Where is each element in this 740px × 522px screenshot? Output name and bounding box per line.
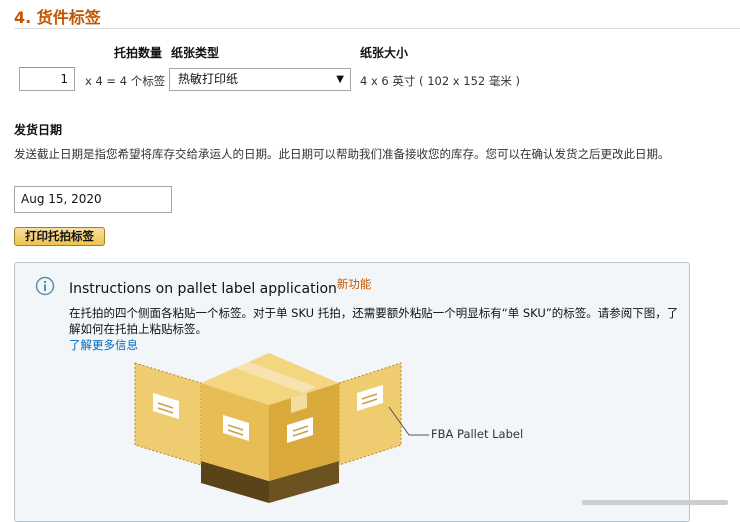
paper-type-selected-value: 热敏打印纸 bbox=[178, 72, 239, 86]
fba-pallet-label-caption: FBA Pallet Label bbox=[431, 427, 524, 441]
pallet-qty-input[interactable]: 1 bbox=[19, 67, 75, 91]
pallet-diagram bbox=[134, 353, 429, 503]
paper-size-value: 4 x 6 英寸 ( 102 x 152 毫米 ) bbox=[360, 74, 521, 88]
ship-date-description: 发送截止日期是指您希望将库存交给承运人的日期。此日期可以帮助我们准备接收您的库存… bbox=[14, 147, 670, 161]
paper-type-header: 纸张类型 bbox=[171, 46, 220, 60]
title-divider bbox=[14, 28, 740, 29]
learn-more-link[interactable]: 了解更多信息 bbox=[69, 337, 138, 353]
info-body: 在托拍的四个侧面各粘贴一个标签。对于单 SKU 托拍，还需要额外粘贴一个明显标有… bbox=[69, 306, 679, 336]
section-title: 4. 货件标签 bbox=[14, 8, 101, 27]
paper-type-select[interactable]: 热敏打印纸 ▼ bbox=[169, 68, 351, 91]
pallet-info-box: Instructions on pallet label application… bbox=[14, 262, 690, 522]
info-title-text: Instructions on pallet label application bbox=[69, 281, 337, 297]
right-flap bbox=[338, 362, 402, 466]
info-icon bbox=[35, 276, 55, 296]
dropdown-arrow-icon: ▼ bbox=[336, 74, 344, 85]
info-title: Instructions on pallet label application… bbox=[69, 277, 371, 297]
paper-size-header: 纸张大小 bbox=[360, 46, 409, 60]
ship-date-input[interactable]: Aug 15, 2020 bbox=[14, 186, 172, 213]
qty-header: 托拍数量 bbox=[114, 46, 163, 60]
ship-date-heading: 发货日期 bbox=[14, 123, 63, 137]
horizontal-scrollbar[interactable] bbox=[582, 500, 728, 505]
label-count-text: x 4 = 4 个标签 bbox=[85, 74, 166, 88]
print-pallet-labels-button[interactable]: 打印托拍标签 bbox=[14, 227, 105, 246]
new-feature-badge: 新功能 bbox=[336, 277, 372, 291]
